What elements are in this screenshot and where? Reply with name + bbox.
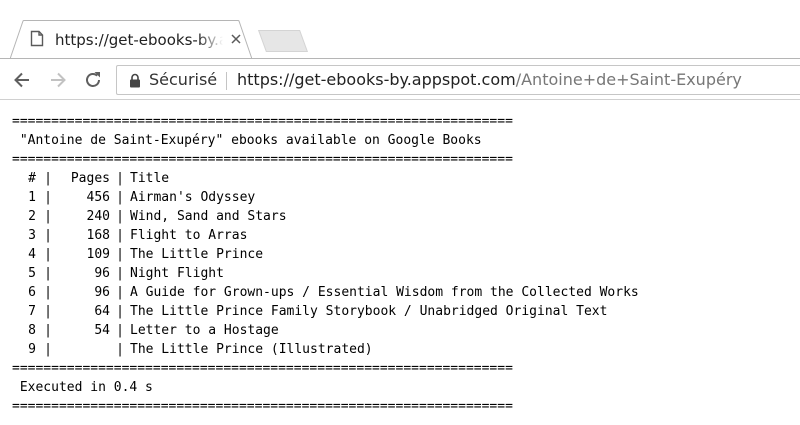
separator-line: ========================================… <box>12 399 513 414</box>
table-row: 8 | 54 | Letter to a Hostage <box>12 321 792 340</box>
book-pages: 96 <box>94 285 110 300</box>
book-pages: 109 <box>86 247 110 262</box>
new-tab-button[interactable] <box>257 30 309 52</box>
url-text[interactable]: https://get-ebooks-by.appspot.com/Antoin… <box>237 70 742 90</box>
omnibox-divider <box>226 72 227 90</box>
book-num: 3 <box>28 228 36 243</box>
book-title: Night Flight <box>130 266 224 281</box>
table-row: 5 | 96 | Night Flight <box>12 264 792 283</box>
book-pages: 96 <box>94 266 110 281</box>
table-row: 9 | | The Little Prince (Illustrated) <box>12 340 792 359</box>
book-num: 1 <box>28 190 36 205</box>
book-title: The Little Prince (Illustrated) <box>130 342 373 357</box>
tab-strip: https://get-ebooks-by.appspot.com/Antoin… <box>0 0 800 59</box>
arrow-left-icon[interactable] <box>11 69 33 91</box>
book-title: Letter to a Hostage <box>130 323 279 338</box>
close-icon[interactable] <box>229 32 243 46</box>
page-content: ========================================… <box>12 112 792 416</box>
book-num: 8 <box>28 323 36 338</box>
table-row: 2 | 240 | Wind, Sand and Stars <box>12 207 792 226</box>
table-row: 7 | 64 | The Little Prince Family Storybook … <box>12 302 792 321</box>
url-host: https://get-ebooks-by.appspot.com <box>237 70 516 89</box>
column-num-header: # <box>28 171 36 186</box>
execution-time: Executed in 0.4 s <box>12 380 153 395</box>
book-title: Airman's Odyssey <box>130 190 256 205</box>
book-num: 9 <box>28 342 36 357</box>
book-pages: 64 <box>94 304 110 319</box>
book-pages: 456 <box>86 190 110 205</box>
page-icon <box>30 30 44 47</box>
table-row: 4 | 109 | The Little Prince <box>12 245 792 264</box>
book-num: 5 <box>28 266 36 281</box>
table-row: 3 | 168 | Flight to Arras <box>12 226 792 245</box>
url-path: /Antoine+de+Saint-Exupéry <box>515 70 742 89</box>
tab-title: https://get-ebooks-by.appspot.com/Antoin… <box>55 31 223 49</box>
book-title: The Little Prince Family Storybook / Una… <box>130 304 608 319</box>
page-heading: "Antoine de Saint-Exupéry" ebooks availa… <box>12 133 482 148</box>
book-title: The Little Prince <box>130 247 264 262</box>
separator-line: ========================================… <box>12 361 513 376</box>
toolbar: Sécurisé https://get-ebooks-by.appspot.c… <box>0 58 800 100</box>
reload-icon[interactable] <box>82 69 104 91</box>
address-bar[interactable]: Sécurisé https://get-ebooks-by.appspot.c… <box>116 65 800 95</box>
book-pages <box>52 340 116 359</box>
book-title: Flight to Arras <box>130 228 248 243</box>
table-row: 6 | 96 | A Guide for Grown-ups / Essential W… <box>12 283 792 302</box>
lock-icon <box>130 73 140 88</box>
separator-line: ========================================… <box>12 114 513 129</box>
book-title: Wind, Sand and Stars <box>130 209 287 224</box>
book-pages: 54 <box>94 323 110 338</box>
book-pages: 168 <box>86 228 110 243</box>
book-title: A Guide for Grown-ups / Essential Wisdom… <box>130 285 639 300</box>
book-num: 7 <box>28 304 36 319</box>
table-row: 1 | 456 | Airman's Odyssey <box>12 188 792 207</box>
separator-line: ========================================… <box>12 152 513 167</box>
secure-label[interactable]: Sécurisé <box>149 70 217 90</box>
table-header: # | Pages | Title <box>12 169 792 188</box>
arrow-right-icon[interactable] <box>47 69 69 91</box>
book-pages: 240 <box>86 209 110 224</box>
column-title-header: Title <box>130 171 170 186</box>
column-pages-header: Pages <box>70 171 110 186</box>
book-num: 2 <box>28 209 36 224</box>
book-num: 6 <box>28 285 36 300</box>
book-num: 4 <box>28 247 36 262</box>
